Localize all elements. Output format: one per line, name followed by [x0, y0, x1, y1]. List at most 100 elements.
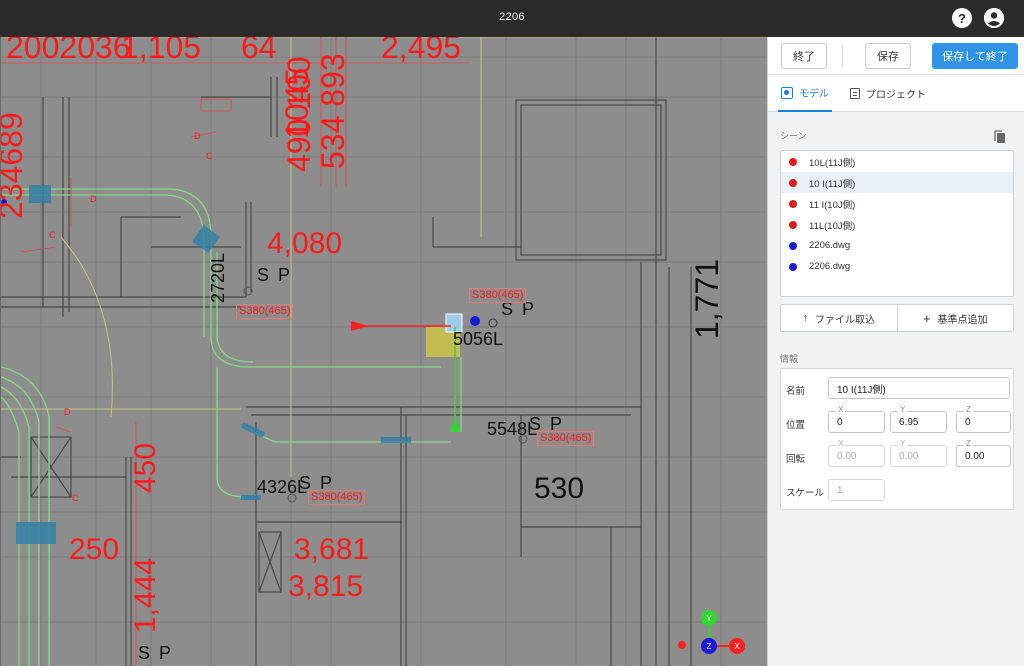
exit-button[interactable]: 終了	[781, 43, 827, 69]
dimension-label: 2,495	[381, 37, 462, 65]
toolbar: 終了 保存 保存して終了	[768, 37, 1024, 75]
dimension-label: 4,080	[267, 227, 343, 260]
position-x-field[interactable]: 0	[828, 411, 885, 433]
dimension-label: 64	[241, 37, 277, 65]
scene-list: 10L(11J側) 10 I(11J側) 11 I(10J側) 11L(10J側…	[780, 150, 1014, 297]
status-dot	[789, 262, 797, 271]
save-button[interactable]: 保存	[865, 43, 911, 69]
scene-item-label: 2206.dwg	[809, 261, 851, 272]
dimension-label-vertical: 490 100	[281, 56, 317, 172]
axis-x-label: X	[836, 439, 846, 448]
scale-field[interactable]: 1	[828, 479, 885, 501]
cad-drawing	[1, 37, 767, 666]
scale-label: スケール	[786, 488, 825, 499]
mark-label: D	[64, 407, 71, 417]
axis-z-label: Z	[964, 439, 973, 448]
sp-label: S P	[257, 265, 293, 285]
save-and-exit-button[interactable]: 保存して終了	[932, 43, 1018, 69]
scene-item-label: 11 I(10J側)	[809, 199, 856, 211]
dimension-label: 3,681	[294, 533, 370, 566]
upload-icon: ↑	[802, 312, 809, 324]
plus-icon: +	[922, 310, 931, 326]
status-dot	[789, 178, 797, 187]
status-dot	[789, 157, 797, 166]
help-icon[interactable]: ?	[952, 8, 972, 28]
scene-item-label: 10 I(11J側)	[809, 178, 856, 190]
axis-y-label: Y	[898, 405, 908, 414]
scene-item-label: 2206.dwg	[809, 240, 851, 251]
mark-label: D	[90, 194, 97, 204]
dimension-label: 3,815	[288, 570, 364, 603]
scene-item[interactable]: 2206.dwg	[781, 256, 1013, 277]
dimension-label-vertical: 450	[129, 442, 162, 493]
mark-label: C	[206, 151, 213, 161]
duct-size-tag: S380(465)	[308, 490, 366, 505]
properties-panel: 終了 保存 保存して終了 モデル プロジェクト シーン 10L(11J側) 10…	[767, 37, 1024, 666]
rotation-y-field[interactable]: 0.00	[890, 445, 947, 467]
position-label: 位置	[786, 420, 806, 431]
z-axis-gizmo[interactable]: Z	[701, 638, 717, 654]
scene-item[interactable]: 11L(10J側)	[781, 214, 1013, 235]
title-bar: 2206 ?	[0, 0, 1024, 37]
cad-viewport[interactable]: 2002036 1,105 64 2,495 1045 490 100 534 …	[0, 37, 767, 666]
window-title: 2206	[499, 11, 525, 23]
axis-x-label: X	[836, 405, 846, 414]
room-number-label: 530	[534, 472, 585, 505]
tab-model[interactable]: モデル	[778, 75, 832, 112]
info-box: 名前 10 I(11J側) 位置 0 X 6.95 Y 0 Z 回転 0.00 …	[780, 368, 1014, 510]
dimension-label-vertical: 1,444	[129, 557, 162, 633]
x-axis-gizmo[interactable]: X	[729, 638, 745, 654]
add-reference-point-button[interactable]: + 基準点追加	[896, 305, 1014, 331]
status-dot	[789, 199, 797, 208]
y-axis-gizmo[interactable]: Y	[701, 610, 717, 626]
sp-label: S P	[138, 643, 174, 663]
mark-label: D	[194, 131, 201, 141]
axis-z-label: Z	[964, 405, 973, 414]
scene-item-label: 11L(10J側)	[809, 220, 856, 232]
scene-section-label: シーン	[780, 131, 807, 141]
y-axis-line	[708, 626, 710, 638]
scene-item[interactable]: 10L(11J側)	[781, 151, 1013, 172]
position-z-field[interactable]: 0	[956, 411, 1011, 433]
x-axis-line	[717, 645, 729, 647]
toolbar-divider	[842, 45, 843, 67]
length-label: 5056L	[453, 329, 504, 349]
copy-icon[interactable]	[994, 130, 1005, 143]
position-y-field[interactable]: 6.95	[890, 411, 947, 433]
dimension-label: 2002036	[6, 37, 131, 65]
dimension-label: 250	[69, 533, 120, 566]
dimension-label-vertical: 534 893	[315, 53, 351, 169]
mark-label: C	[49, 230, 56, 240]
name-field[interactable]: 10 I(11J側)	[828, 377, 1010, 399]
tab-project[interactable]: プロジェクト	[850, 75, 926, 112]
dimension-label-vertical: 234689	[0, 112, 29, 219]
account-icon[interactable]	[984, 8, 1004, 28]
axis-y-label: Y	[898, 439, 908, 448]
dimension-label-vertical: 1,771	[689, 258, 725, 339]
tab-bar: モデル プロジェクト	[768, 75, 1024, 112]
mark-label: C	[72, 493, 79, 503]
document-icon	[850, 88, 860, 99]
model-icon	[781, 86, 793, 99]
duct-size-tag: S380(465)	[469, 288, 527, 303]
rotation-z-field[interactable]: 0.00	[956, 445, 1011, 467]
dimension-label: 1,105	[121, 37, 202, 65]
tab-model-label: モデル	[799, 89, 829, 100]
rotation-label: 回転	[786, 454, 806, 465]
status-dot	[789, 220, 797, 229]
name-label: 名前	[786, 386, 806, 397]
duct-size-tag: S380(465)	[236, 304, 294, 319]
scene-actions: ↑ ファイル取込 + 基準点追加	[780, 304, 1014, 332]
duct-size-tag: S380(465)	[537, 431, 595, 446]
import-file-label: ファイル取込	[815, 314, 875, 326]
info-section-label: 情報	[780, 354, 799, 364]
scene-item[interactable]: 2206.dwg	[781, 235, 1013, 256]
import-file-button[interactable]: ↑ ファイル取込	[781, 305, 897, 331]
scene-item-selected[interactable]: 10 I(11J側)	[781, 172, 1013, 193]
length-label-vertical: 2720L	[208, 252, 228, 303]
scene-item[interactable]: 11 I(10J側)	[781, 193, 1013, 214]
scene-item-label: 10L(11J側)	[809, 157, 856, 169]
rotation-x-field[interactable]: 0.00	[828, 445, 885, 467]
tab-project-label: プロジェクト	[866, 90, 926, 101]
add-reference-point-label: 基準点追加	[937, 314, 988, 326]
